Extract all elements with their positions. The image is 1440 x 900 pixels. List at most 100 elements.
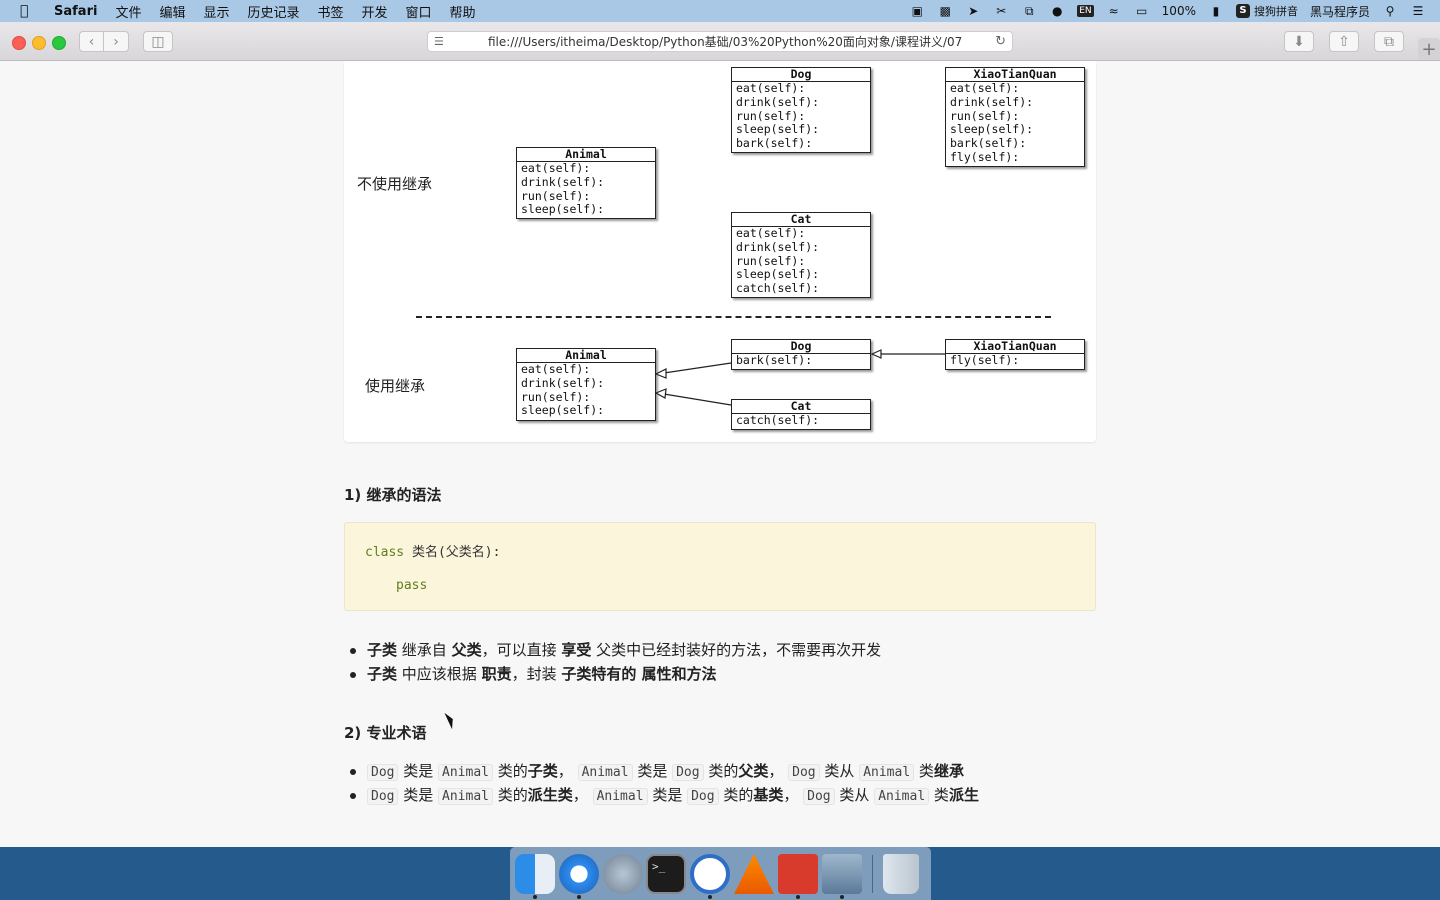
launchpad-rocket-icon[interactable] [603,854,643,894]
text: ， [572,786,593,804]
running-indicator [796,895,800,899]
inline-code: Dog [803,788,835,805]
running-indicator [533,895,537,899]
code-line-1: class 类名(父类名): [365,541,500,560]
text: 类的 [718,786,754,804]
code-line-2: pass [396,578,428,593]
battery-icon[interactable]: ▮ [1208,4,1224,18]
window-zoom-button[interactable] [52,36,66,50]
dock: >_ [510,847,931,900]
menu-view[interactable]: 显示 [203,2,229,21]
menu-app-name[interactable]: Safari [54,4,97,19]
show-tabs-button[interactable]: ⧉ [1374,31,1404,52]
preview-icon[interactable] [822,854,862,894]
safari-icon[interactable] [559,854,599,894]
camera-icon[interactable]: ▣ [909,4,925,18]
menu-window[interactable]: 窗口 [406,2,432,21]
list-item: 子类 继承自 父类，可以直接 享受 父类中已经封装好的方法，不需要再次开发 [344,638,881,662]
bold-text: 父类 [451,641,482,659]
code-block: class 类名(父类名): pass [344,522,1096,611]
text: 类是 [632,762,673,780]
vlc-cone-icon[interactable] [734,854,774,894]
code-keyword: class [365,545,405,560]
reload-icon[interactable]: ↻ [995,34,1006,49]
window-close-button[interactable] [12,36,26,50]
running-indicator [840,895,844,899]
bold-text: 基类 [753,786,784,804]
dock-separator [872,855,873,893]
sogou-input[interactable]: S 搜狗拼音 [1235,3,1298,19]
video-app-icon[interactable] [690,854,730,894]
sidebar-toggle-button[interactable]: ◫ [143,31,173,52]
menu-edit[interactable]: 编辑 [159,2,185,21]
menu-help[interactable]: 帮助 [450,2,476,21]
back-button[interactable]: ‹ [79,31,104,52]
menubar-user[interactable]: 黑马程序员 [1310,3,1370,20]
input-method-badge[interactable]: EN [1077,5,1094,17]
section-heading-syntax: 1) 继承的语法 [344,486,442,504]
bold-text: 父类 [738,762,769,780]
bold-text: 子类 [527,762,558,780]
bold-text: 子类特有的 属性和方法 [561,665,717,683]
inline-code: Animal [874,788,930,805]
text: ， [783,786,804,804]
code-rest: 类名(父类名): [404,545,501,560]
menubar-status-area: ▣ ▩ ➤ ✂ ⧉ ● EN ≈ ▭ 100% ▮ S 搜狗拼音 黑马程序员 ⚲… [909,3,1440,20]
running-indicator [577,895,581,899]
arrowhead-dog-to-animal [654,368,667,379]
display-icon[interactable]: ▩ [937,4,953,18]
copy-icon[interactable]: ⧉ [1021,4,1037,18]
list-item: 子类 中应该根据 职责，封装 子类特有的 属性和方法 [344,662,881,686]
inline-code: Animal [592,788,648,805]
list-item: Dog 类是 Animal 类的子类， Animal 类是 Dog 类的父类， … [344,759,979,783]
downloads-button[interactable]: ⬇ [1284,31,1314,52]
inline-code: Dog [687,788,719,805]
forward-button[interactable]: › [104,31,129,52]
reader-view-icon[interactable]: ☰ [434,35,450,48]
inheritance-arrows [654,349,945,406]
bold-text: 享受 [561,641,592,659]
window-minimize-button[interactable] [32,36,46,50]
tabs-icon: ⧉ [1384,33,1394,50]
safari-toolbar: ‹ › ◫ ☰ file:///Users/itheima/Desktop/Py… [0,22,1440,61]
inline-code: Dog [367,764,399,781]
text: 父类中已经封装好的方法，不需要再次开发 [591,641,882,659]
finder-icon[interactable] [515,854,555,894]
bold-text: 职责 [481,665,512,683]
sogou-logo-icon: S [1235,4,1250,18]
text: 类是 [398,762,439,780]
text: 类的 [703,762,739,780]
paper-plane-icon[interactable]: ➤ [965,4,981,18]
scissors-icon[interactable]: ✂ [993,4,1009,18]
menu-develop[interactable]: 开发 [362,2,388,21]
running-indicator [708,895,712,899]
menubar:  Safari 文件 编辑 显示 历史记录 书签 开发 窗口 帮助 ▣ ▩ ➤… [0,0,1440,22]
apple-menu-icon[interactable]:  [20,3,38,19]
arrowhead-xtq-to-dog [870,349,882,359]
wifi-icon[interactable]: ≈ [1106,4,1122,18]
inheritance-diagram: 不使用继承 使用继承 Dog eat(self): drink(self): r… [344,61,1096,442]
web-page[interactable]: 不使用继承 使用继承 Dog eat(self): drink(self): r… [0,61,1440,847]
url-text: file:///Users/itheima/Desktop/Python基础/0… [488,35,963,49]
inline-code: Animal [577,764,633,781]
terminal-icon[interactable]: >_ [646,854,686,894]
notification-center-icon[interactable]: ☰ [1410,4,1426,18]
menu-bookmarks[interactable]: 书签 [318,2,344,21]
airplay-icon[interactable]: ▭ [1134,4,1150,18]
inline-code: Dog [672,764,704,781]
text: 类是 [398,786,439,804]
menu-file[interactable]: 文件 [115,2,141,21]
mic-icon[interactable]: ● [1049,4,1065,18]
spotlight-search-icon[interactable]: ⚲ [1382,4,1398,18]
share-button[interactable]: ⇧ [1329,31,1359,52]
inline-code: Animal [859,764,915,781]
battery-percent[interactable]: 100% [1162,4,1196,18]
share-icon: ⇧ [1338,33,1350,50]
inline-code: Animal [438,764,493,781]
parallels-icon[interactable] [778,854,818,894]
trash-icon[interactable] [883,854,919,894]
menu-history[interactable]: 历史记录 [247,2,299,21]
new-tab-button[interactable]: + [1418,38,1440,60]
text: 类的 [493,786,528,804]
address-bar[interactable]: ☰ file:///Users/itheima/Desktop/Python基础… [427,31,1013,52]
